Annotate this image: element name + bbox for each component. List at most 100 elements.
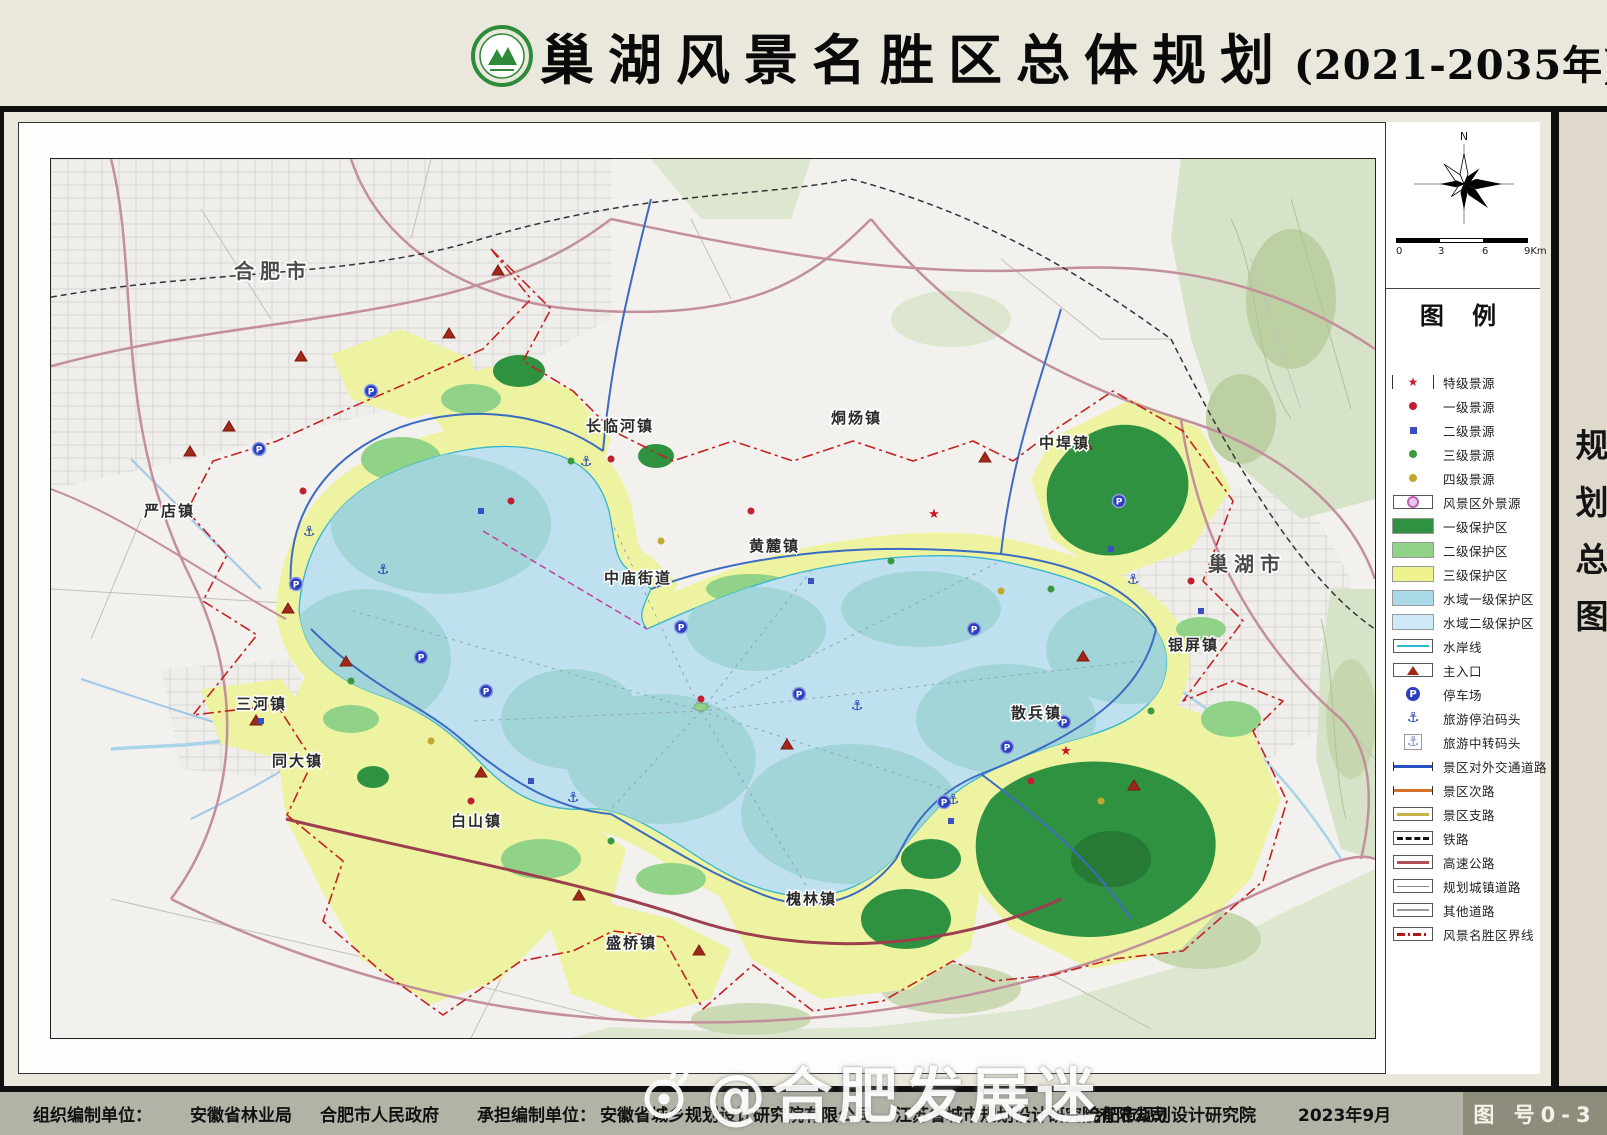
dot-red-resource-icon (1188, 578, 1195, 585)
org-value-1: 安徽省林业局 (190, 1101, 292, 1126)
legend-item-label: 一级保护区 (1443, 517, 1508, 536)
boxline-swatch (1390, 807, 1436, 821)
legend-item: 二级景源 (1390, 418, 1540, 442)
town-label: 严店镇 (143, 502, 195, 520)
parking-icon: P (365, 385, 378, 398)
sheet-number: 图 号0-3 (1473, 1099, 1596, 1129)
legend-item: ★特级景源 (1390, 370, 1540, 394)
svg-text:P: P (418, 654, 425, 664)
parking-icon: P (1001, 741, 1014, 754)
dot-green-resource-icon (1048, 586, 1055, 593)
dot-green-resource-icon (568, 458, 575, 465)
legend-item: ⚓ 旅游停泊码头 (1390, 706, 1540, 730)
level2-resource-icon (528, 778, 534, 784)
legend-item: ⚓旅游中转码头 (1390, 730, 1540, 754)
north-arrow: N (1400, 126, 1528, 230)
org-value-2: 合肥市人民政府 (320, 1101, 439, 1126)
north-label: N (1460, 130, 1468, 143)
dot-red-resource-icon (468, 798, 475, 805)
legend-item-label: 风景名胜区界线 (1443, 925, 1534, 944)
legend-item: 三级景源 (1390, 442, 1540, 466)
legend-item: 四级景源 (1390, 466, 1540, 490)
undertake-label: 承担编制单位： (477, 1101, 596, 1126)
svg-text:P: P (796, 691, 803, 701)
sheet-number-box: 图 号0-3 (1463, 1092, 1607, 1135)
legend-item: 风景名胜区界线 (1390, 922, 1540, 946)
svg-text:P: P (256, 446, 263, 456)
parking-icon: P (793, 688, 806, 701)
parking-icon: P (415, 651, 428, 664)
dot-red-resource-icon (748, 508, 755, 515)
town-label: 黄麓镇 (749, 537, 800, 555)
legend-item-label: 四级景源 (1443, 469, 1495, 488)
legend-item-label: 主入口 (1443, 661, 1482, 680)
legend-item-label: 水岸线 (1443, 637, 1482, 656)
legend-item-label: 高速公路 (1443, 853, 1495, 872)
svg-text:P: P (1116, 498, 1123, 508)
plan-sheet: 巢湖风景名胜区总体规划 (2021-2035年) (0, 0, 1607, 1135)
dot-green-resource-icon (888, 558, 895, 565)
level2-resource-icon (1198, 608, 1204, 614)
parking-icon: P (1113, 495, 1126, 508)
legend-item: 一级景源 (1390, 394, 1540, 418)
scale-tick: 6 (1482, 246, 1488, 257)
boxtri-swatch (1390, 663, 1436, 677)
top-scenic-resource-icon: ★ (1060, 744, 1072, 759)
level2-resource-icon (478, 508, 484, 514)
wharf-icon: ⚓ (1127, 572, 1140, 588)
legend-item: 景区支路 (1390, 802, 1540, 826)
legend-item-label: 一级景源 (1443, 397, 1495, 416)
dot-red-resource-icon (698, 696, 705, 703)
town-label: 白山镇 (451, 812, 502, 830)
parking-icon: P (480, 685, 493, 698)
wharf-icon: ⚓ (567, 790, 580, 806)
wharf-icon: ⚓ (303, 524, 316, 540)
dot-red-resource-icon (608, 456, 615, 463)
wharf-icon: ⚓ (580, 454, 593, 470)
svg-text:P: P (1004, 744, 1011, 754)
tickline-swatch (1390, 786, 1436, 795)
dot-red-resource-icon (508, 498, 515, 505)
tickline-swatch (1390, 762, 1436, 771)
frame-rule-top (0, 106, 1607, 112)
legend-item: 风景区外景源 (1390, 490, 1540, 514)
town-label: 中垾镇 (1039, 434, 1090, 452)
town-label: 长临河镇 (586, 417, 654, 435)
top-scenic-resource-icon: ★ (928, 507, 940, 522)
legend-item-label: 景区对外交通道路 (1443, 757, 1547, 776)
legend-item-label: 特级景源 (1443, 373, 1495, 392)
legend-item-label: 规划城镇道路 (1443, 877, 1521, 896)
date: 2023年9月 (1298, 1101, 1391, 1126)
level2-resource-icon (1108, 546, 1114, 552)
legend-item-label: 二级保护区 (1443, 541, 1508, 560)
legend-item: P 停车场 (1390, 682, 1540, 706)
parking-icon: P (253, 443, 266, 456)
frame-rule-left (0, 106, 4, 1092)
legend-item: 水域一级保护区 (1390, 586, 1540, 610)
level2-resource-icon (808, 578, 814, 584)
legend-item-label: 停车场 (1443, 685, 1482, 704)
scale-tick: 0 (1396, 246, 1402, 257)
legend-item-label: 旅游中转码头 (1443, 733, 1521, 752)
town-label: 槐林镇 (785, 890, 837, 908)
legend-item-label: 水域二级保护区 (1443, 613, 1534, 632)
sq-swatch (1390, 427, 1436, 434)
legend-item-label: 景区次路 (1443, 781, 1495, 800)
fill-swatch (1390, 518, 1436, 534)
legend-item: 水域二级保护区 (1390, 610, 1540, 634)
svg-text:P: P (678, 624, 685, 634)
legend-title: 图 例 (1386, 296, 1540, 331)
boxline-swatch (1390, 927, 1436, 941)
dot-green-resource-icon (1148, 708, 1155, 715)
dot-yellow-resource-icon (998, 588, 1005, 595)
picon-swatch: P (1390, 687, 1436, 701)
anchor-swatch: ⚓ (1390, 711, 1436, 725)
org-label: 组织编制单位： (33, 1101, 152, 1126)
town-label: 同大镇 (272, 752, 323, 770)
city-label: 巢湖市 (1207, 552, 1286, 576)
legend-item-label: 旅游停泊码头 (1443, 709, 1521, 728)
parking-icon: P (675, 621, 688, 634)
legend-items: ★特级景源一级景源二级景源三级景源四级景源风景区外景源一级保护区二级保护区三级保… (1390, 370, 1540, 946)
wharf-icon: ⚓ (947, 792, 960, 808)
legend-item-label: 风景区外景源 (1443, 493, 1521, 512)
